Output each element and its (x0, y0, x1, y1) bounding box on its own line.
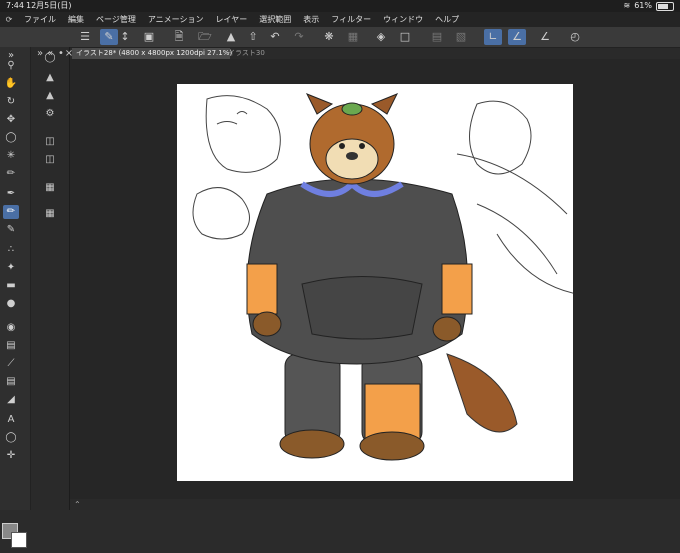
delete-icon[interactable]: ▧ (452, 29, 470, 45)
menu-animation[interactable]: アニメーション (142, 12, 210, 27)
frame-icon[interactable]: ▤ (3, 375, 19, 389)
fill-bucket-icon[interactable]: ◉ (3, 321, 19, 335)
menu-layer[interactable]: レイヤー (210, 12, 254, 27)
sub-color-swatch[interactable] (11, 532, 27, 548)
pencil-active-icon[interactable]: ✏ (3, 205, 19, 219)
move-icon[interactable]: ✥ (3, 113, 19, 127)
brush-icon[interactable]: ✎ (3, 223, 19, 237)
blend-icon[interactable]: ● (3, 297, 19, 311)
auto-select-icon[interactable]: ✳ (3, 149, 19, 163)
fill-icon[interactable]: ◈ (372, 29, 390, 45)
new-file-icon[interactable]: 🗎 (170, 29, 188, 45)
leaf (341, 102, 363, 116)
left-foot (279, 429, 345, 459)
undo-icon[interactable]: ↶ (266, 29, 284, 45)
rotate-icon[interactable]: ↻ (3, 95, 19, 109)
save-icon[interactable]: ▲ (222, 29, 240, 45)
right-foot (359, 431, 425, 461)
pen-pressure-icon[interactable]: ◴ (566, 29, 584, 45)
date: 12月5日(日) (26, 1, 72, 10)
correct-line-icon[interactable]: ✛ (3, 449, 19, 463)
layer-folder-icon[interactable]: ▲ (42, 89, 58, 103)
layer-props-icon[interactable]: ⚙ (42, 107, 58, 121)
tab-illust30[interactable]: イラスト30 (224, 48, 269, 59)
left-sleeve-cuff (246, 263, 278, 315)
nose (346, 152, 358, 160)
clear-icon[interactable]: ▤ (428, 29, 446, 45)
ios-status-bar: 7:44 12月5日(日) ≋ 61% (0, 0, 680, 12)
gradient-icon[interactable]: ▤ (3, 339, 19, 353)
status-right: ≋ 61% (624, 0, 674, 12)
document-tabs: イラスト28* (4800 x 4800px 1200dpi 27.1%) イラ… (72, 48, 680, 59)
hoodie-pocket (301, 276, 423, 340)
battery-label: 61% (634, 1, 652, 10)
balloon-icon[interactable]: ◯ (3, 431, 19, 445)
figure-icon[interactable]: ⟋ (3, 357, 19, 371)
wifi-icon: ≋ (623, 1, 631, 10)
brush-tool-icon[interactable]: ✎ (100, 29, 118, 45)
menu-filter[interactable]: フィルター (325, 12, 377, 27)
text-icon[interactable]: A (3, 413, 19, 427)
menu-view[interactable]: 表示 (297, 12, 325, 27)
menu-bar: ⟳ ファイル 編集 ページ管理 アニメーション レイヤー 選択範囲 表示 フィル… (0, 12, 680, 27)
right-sleeve-cuff (441, 263, 473, 315)
ruler-tool-icon[interactable]: ◢ (3, 393, 19, 407)
menu-edit[interactable]: 編集 (62, 12, 90, 27)
material-icon[interactable]: ▦ (42, 181, 58, 195)
clock: 7:44 (6, 1, 24, 10)
menu-selection[interactable]: 選択範囲 (253, 12, 297, 27)
transform-icon[interactable]: ▦ (344, 29, 362, 45)
tool-palette: » ⚲ ✋ ↻ ✥ ◯ ✳ ✏ ✒ ✏ ✎ ∴ ✦ ▬ ● ◉ ▤ ⟋ ▤ ◢ … (0, 47, 31, 548)
menu-file[interactable]: ファイル (18, 12, 62, 27)
navigator-icon[interactable]: ▦ (42, 207, 58, 221)
crop-icon[interactable]: □ (396, 29, 414, 45)
battery-icon (656, 1, 674, 11)
quickmask-icon[interactable]: ▣ (140, 29, 158, 45)
layer-add-icon[interactable]: ▲ (42, 71, 58, 85)
quick-access-icon[interactable]: ◯ (42, 51, 58, 65)
pen-icon[interactable]: ✒ (3, 187, 19, 201)
eyedropper-icon[interactable]: ✏ (3, 167, 19, 181)
stabilizer-a-icon[interactable]: ∟ (484, 29, 502, 45)
app-logo-icon[interactable]: ⟳ (0, 12, 18, 27)
chevron-updown-icon[interactable]: ↕ (120, 29, 130, 45)
menu-page[interactable]: ページ管理 (90, 12, 142, 27)
hand-icon[interactable]: ✋ (3, 77, 19, 91)
sub-tool-bar: « » • × ◯ ▲ ▲ ⚙ ◫ ◫ ▦ ▦ (31, 47, 73, 510)
expand-up-icon[interactable]: ⌃ (74, 499, 81, 510)
layer-merge-icon[interactable]: ◫ (42, 153, 58, 167)
canvas-document[interactable] (177, 84, 578, 481)
stabilizer-b-icon[interactable]: ∠ (508, 29, 526, 45)
upload-icon[interactable]: ⇧ (244, 29, 262, 45)
command-bar: ☰ ✎ ↕ ▣ 🗎 🗁 ▲ ⇧ ↶ ↷ ❋ ▦ ◈ □ ▤ ▧ ∟ ∠ ∠ ◴ (0, 27, 680, 48)
left-hand (252, 311, 282, 337)
zoom-icon[interactable]: ⚲ (3, 59, 19, 73)
left-eye (339, 143, 345, 149)
eraser-icon[interactable]: ▬ (3, 279, 19, 293)
right-hand (432, 316, 462, 342)
artwork (192, 93, 578, 461)
menu-help[interactable]: ヘルプ (429, 12, 465, 27)
ruler-icon[interactable]: ∠ (536, 29, 554, 45)
loading-icon: ❋ (324, 30, 334, 43)
tab-illust28[interactable]: イラスト28* (4800 x 4800px 1200dpi 27.1%) (72, 48, 232, 59)
right-eye (359, 143, 365, 149)
color-swatches[interactable] (2, 523, 28, 553)
layer-stack-icon[interactable]: ◫ (42, 135, 58, 149)
menu-icon[interactable]: ☰ (76, 29, 94, 45)
decoration-icon[interactable]: ✦ (3, 261, 19, 275)
menu-window[interactable]: ウィンドウ (377, 12, 429, 27)
bottom-bar: ⌃ (70, 499, 680, 510)
tail (446, 353, 518, 433)
open-icon[interactable]: 🗁 (196, 29, 214, 45)
airbrush-icon[interactable]: ∴ (3, 243, 19, 257)
redo-icon[interactable]: ↷ (290, 29, 308, 45)
lasso-icon[interactable]: ◯ (3, 131, 19, 145)
